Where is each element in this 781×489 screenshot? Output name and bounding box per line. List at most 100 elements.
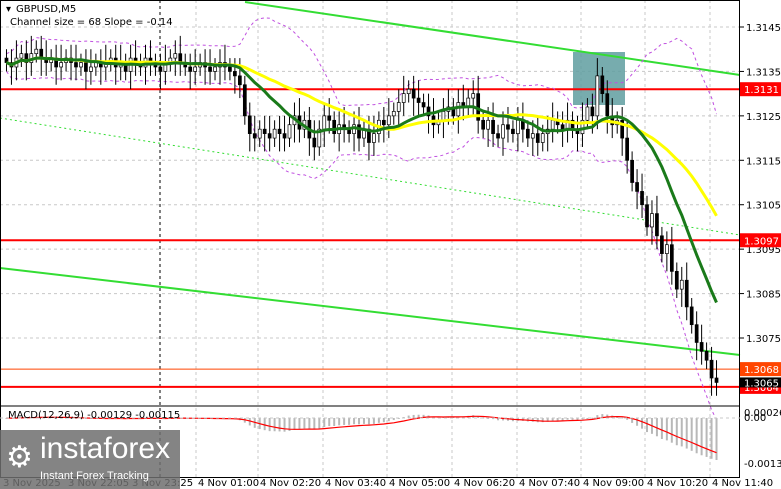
candle bbox=[287, 124, 292, 139]
macd-bar bbox=[372, 418, 375, 424]
candle bbox=[496, 133, 500, 139]
candle bbox=[173, 53, 178, 59]
candle bbox=[709, 359, 714, 379]
macd-bar bbox=[561, 418, 564, 421]
macd-bar bbox=[665, 418, 668, 441]
channel-upper-line bbox=[244, 1, 741, 76]
macd-bar bbox=[382, 418, 385, 423]
macd-bar bbox=[313, 418, 316, 430]
macd-bar bbox=[278, 418, 281, 432]
y-tick-label: 1.3125 bbox=[746, 112, 781, 123]
y-tick-label: 1.3075 bbox=[746, 334, 781, 345]
x-tick-label: 4 Nov 06:20 bbox=[454, 478, 515, 489]
candle bbox=[277, 128, 282, 134]
macd-bar bbox=[318, 418, 321, 429]
candle bbox=[525, 128, 530, 139]
candle bbox=[252, 133, 257, 139]
candle bbox=[233, 71, 237, 77]
logo-name: instaforex bbox=[40, 432, 171, 465]
macd-bar bbox=[705, 418, 708, 457]
price-chart[interactable]: 1.31451.31351.31251.31151.31051.30951.30… bbox=[0, 0, 781, 489]
macd-bar bbox=[362, 418, 365, 424]
candle bbox=[34, 48, 39, 55]
y-tick-label: 1.3145 bbox=[746, 23, 781, 34]
candle bbox=[585, 106, 590, 121]
y-tick-label: 1.3105 bbox=[746, 201, 781, 212]
candle bbox=[158, 66, 163, 72]
symbol-title: GBPUSD,M5 bbox=[16, 4, 76, 15]
candle bbox=[272, 128, 277, 139]
candle bbox=[674, 271, 679, 290]
candle bbox=[630, 159, 634, 183]
level-tag-label: 1.3131 bbox=[744, 85, 779, 96]
macd-bar bbox=[358, 418, 361, 425]
candle bbox=[372, 133, 376, 143]
candle bbox=[535, 133, 540, 143]
candle bbox=[89, 66, 93, 72]
current-price-label: 1.3065 bbox=[744, 378, 779, 389]
candle bbox=[396, 102, 401, 112]
macd-bar bbox=[700, 418, 703, 456]
x-tick-label: 4 Nov 03:40 bbox=[325, 478, 386, 489]
macd-bar bbox=[298, 418, 301, 430]
candle bbox=[262, 128, 267, 134]
candle bbox=[84, 62, 88, 72]
candle bbox=[511, 128, 515, 134]
candle bbox=[506, 124, 510, 130]
candle bbox=[193, 66, 198, 72]
candle bbox=[669, 244, 674, 272]
macd-bar bbox=[328, 418, 331, 427]
candle bbox=[357, 124, 361, 139]
candle bbox=[660, 235, 664, 254]
bollinger-lower bbox=[6, 71, 717, 421]
candle bbox=[625, 137, 629, 161]
macd-bar bbox=[660, 418, 663, 439]
chart-window: 1.3145 1.3135 1.3125 1.3115 1.3105 1.3095 1.30… bbox=[0, 0, 781, 489]
candle bbox=[421, 102, 426, 108]
candle bbox=[406, 88, 411, 94]
candle bbox=[645, 204, 649, 228]
candle bbox=[79, 62, 83, 68]
candle bbox=[714, 377, 719, 383]
macd-bar bbox=[621, 417, 624, 419]
candle bbox=[59, 62, 63, 68]
macd-bar bbox=[646, 418, 649, 433]
candle bbox=[386, 115, 391, 126]
candle bbox=[228, 66, 232, 72]
channel-lower-line bbox=[0, 267, 741, 356]
candle bbox=[441, 111, 446, 121]
candle bbox=[689, 306, 694, 326]
macd-bar bbox=[248, 418, 251, 426]
macd-bar bbox=[641, 418, 644, 429]
macd-bar bbox=[263, 418, 266, 431]
level-tag-label: 1.3097 bbox=[744, 236, 779, 247]
logo-tagline: Instant Forex Tracking bbox=[40, 470, 149, 482]
macd-bar bbox=[293, 418, 296, 430]
candle bbox=[560, 124, 565, 130]
candle bbox=[208, 66, 212, 72]
candle bbox=[416, 97, 421, 103]
x-tick-label: 4 Nov 09:00 bbox=[583, 478, 644, 489]
macd-bar bbox=[283, 418, 286, 432]
candle bbox=[501, 124, 505, 139]
candle bbox=[19, 53, 24, 59]
candle bbox=[704, 350, 709, 361]
macd-bar bbox=[273, 418, 276, 432]
x-tick-label: 4 Nov 07:40 bbox=[519, 478, 580, 489]
y-tick-label: 1.3115 bbox=[746, 156, 781, 167]
x-tick-label: 4 Nov 02:20 bbox=[260, 478, 321, 489]
symbol-dropdown-icon[interactable]: ▾ bbox=[6, 4, 11, 15]
macd-bar bbox=[670, 418, 673, 443]
candle bbox=[213, 66, 217, 72]
macd-bar bbox=[353, 418, 356, 425]
macd-tick: 0.00 bbox=[744, 413, 766, 424]
candle bbox=[312, 137, 317, 148]
candle bbox=[257, 128, 262, 139]
candle bbox=[332, 119, 337, 134]
candle bbox=[595, 75, 600, 117]
macd-bar bbox=[710, 418, 713, 459]
macd-bar bbox=[675, 418, 678, 446]
channel-info: Channel size = 68 Slope = -0.14 bbox=[10, 17, 173, 28]
candle bbox=[679, 279, 684, 290]
candle bbox=[188, 66, 193, 72]
